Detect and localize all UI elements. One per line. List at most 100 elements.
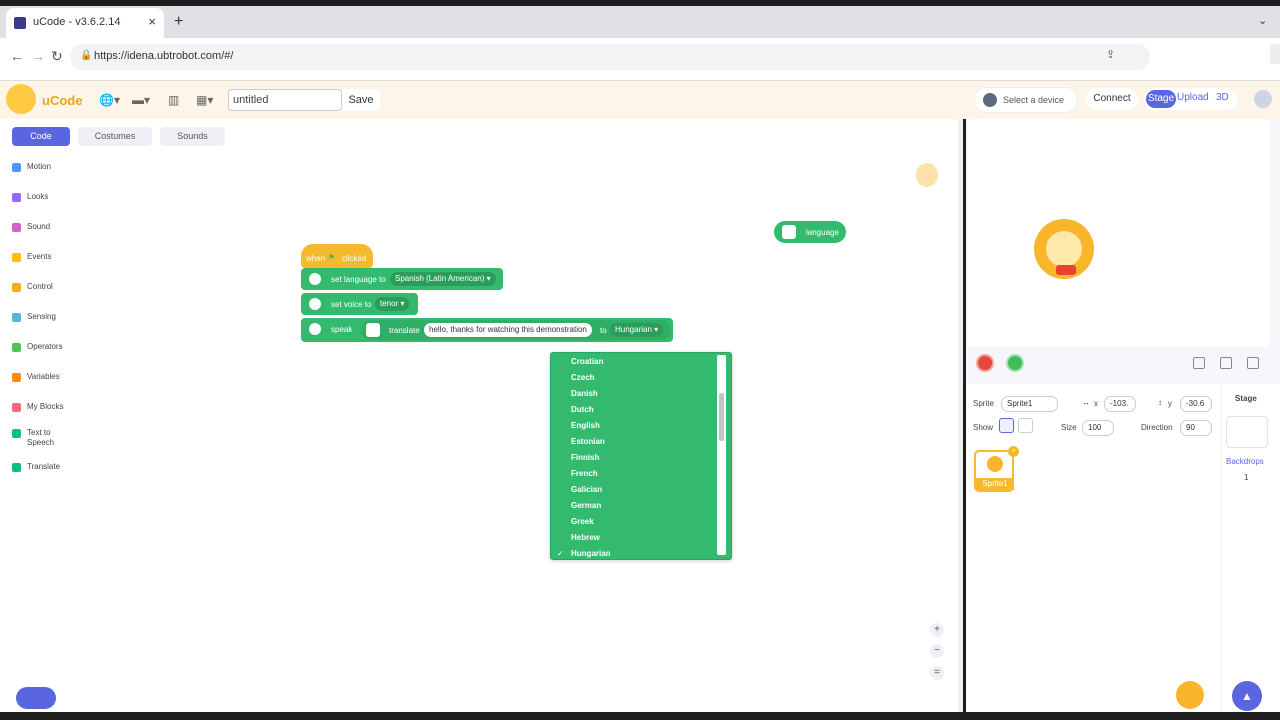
dropdown-scroll-thumb[interactable]	[719, 393, 724, 441]
control-icon	[12, 283, 21, 292]
language-reporter-block[interactable]: language	[774, 221, 846, 243]
forward-icon[interactable]: →	[31, 48, 45, 64]
translate-reporter[interactable]: translate hello, thanks for watching thi…	[361, 320, 671, 340]
size-input[interactable]: 100	[1082, 420, 1114, 436]
delete-sprite-icon[interactable]: ×	[1008, 446, 1019, 457]
device-selector[interactable]: Select a device	[974, 87, 1078, 113]
dropdown-option[interactable]: Estonian	[571, 437, 605, 446]
translate-icon	[366, 323, 380, 337]
sprite-name-input[interactable]: Sprite1	[1001, 396, 1058, 412]
dropdown-scrollbar[interactable]	[717, 355, 726, 555]
when-flag-clicked-block[interactable]: when ⚑ clicked	[301, 244, 373, 268]
url-text: https://idena.ubtrobot.com/#/	[94, 50, 234, 62]
project-name-input[interactable]	[228, 89, 342, 111]
url-field[interactable]: 🔒 https://idena.ubtrobot.com/#/	[70, 44, 1150, 70]
sprite-lion-icon	[916, 163, 938, 187]
grid-icon[interactable]	[1193, 357, 1205, 369]
tab-sounds[interactable]: Sounds	[160, 127, 225, 146]
direction-input[interactable]: 90	[1180, 420, 1212, 436]
reload-icon[interactable]: ↻	[51, 48, 63, 65]
translate-text-input[interactable]: hello, thanks for watching this demonstr…	[424, 323, 592, 337]
speak-block[interactable]: speak translate hello, thanks for watchi…	[301, 318, 673, 342]
dropdown-option[interactable]: French	[571, 469, 598, 478]
my-blocks-icon	[12, 403, 21, 412]
upload-mode-button[interactable]: Upload	[1177, 92, 1209, 103]
share-icon[interactable]: ⇪	[1106, 48, 1115, 61]
robot-icon	[983, 93, 997, 107]
dropdown-option[interactable]: English	[571, 421, 600, 430]
code-editor-panel: Code Costumes Sounds Motion Looks Sound …	[0, 119, 962, 713]
dropdown-option[interactable]: Hebrew	[571, 533, 600, 542]
new-tab-button[interactable]: +	[174, 13, 183, 31]
translate-icon	[782, 225, 796, 239]
x-input[interactable]: -103.	[1104, 396, 1136, 412]
browser-tab[interactable]: uCode - v3.6.2.14 ×	[6, 8, 164, 38]
tab-menu-icon[interactable]: ⌄	[1258, 14, 1267, 27]
zoom-out-button[interactable]: −	[930, 644, 944, 658]
user-avatar[interactable]	[1254, 90, 1272, 108]
tutorial-book-icon[interactable]: ▥	[168, 93, 179, 107]
events-icon	[12, 253, 21, 262]
green-flag-icon[interactable]	[1006, 354, 1024, 372]
profile-icon[interactable]	[1270, 44, 1280, 64]
dropdown-option[interactable]: Danish	[571, 389, 598, 398]
app-name: uCode	[42, 93, 83, 108]
speaker-icon	[309, 273, 321, 285]
fullscreen-icon[interactable]	[1247, 357, 1259, 369]
zoom-reset-button[interactable]: =	[930, 666, 944, 680]
dropdown-option[interactable]: German	[571, 501, 601, 510]
bottom-edge	[0, 712, 1280, 720]
tab-code[interactable]: Code	[12, 127, 70, 146]
choose-sprite-button[interactable]	[1176, 681, 1204, 709]
language-globe-icon[interactable]: 🌐▾	[99, 93, 120, 107]
dropdown-option[interactable]: Croatian	[571, 357, 603, 366]
stop-icon[interactable]	[976, 354, 994, 372]
stage-title: Stage	[1235, 394, 1257, 403]
panel-divider[interactable]	[958, 119, 963, 713]
set-voice-block[interactable]: set voice to tenor ▾	[301, 293, 418, 315]
y-arrows-icon: ↕	[1158, 398, 1162, 407]
lion-sprite-face	[1046, 231, 1082, 267]
small-stage-icon[interactable]	[1220, 357, 1232, 369]
save-button[interactable]: Save	[342, 89, 380, 111]
dropdown-option[interactable]: Finnish	[571, 453, 599, 462]
dropdown-option[interactable]: Czech	[571, 373, 595, 382]
sensing-icon	[12, 313, 21, 322]
connect-button[interactable]: Connect	[1086, 88, 1138, 110]
sprite-info-panel: Sprite Sprite1 ↔ x -103. ↕ y -30.6 Show …	[966, 384, 1220, 713]
add-extension-button[interactable]	[16, 687, 56, 709]
dropdown-option[interactable]: Greek	[571, 517, 594, 526]
set-language-block[interactable]: set language to Spanish (Latin American)…	[301, 268, 503, 290]
sound-icon	[12, 223, 21, 232]
device-label: Select a device	[1003, 95, 1065, 105]
check-icon: ✓	[557, 549, 564, 558]
language-dropdown[interactable]: Spanish (Latin American) ▾	[390, 272, 496, 286]
target-language-dropdown[interactable]: Hungarian ▾	[610, 323, 664, 337]
language-dropdown-menu: Croatian Czech Danish Dutch English Esto…	[550, 352, 732, 560]
x-arrows-icon: ↔	[1082, 398, 1090, 407]
voice-dropdown[interactable]: tenor ▾	[375, 297, 410, 311]
backdrop-thumbnail[interactable]	[1226, 416, 1268, 448]
address-bar: ← → ↻ 🔒 https://idena.ubtrobot.com/#/	[0, 38, 1280, 81]
extensions-grid-icon[interactable]: ▦▾	[196, 93, 213, 107]
tab-costumes[interactable]: Costumes	[78, 127, 152, 146]
show-visible-icon[interactable]	[999, 418, 1014, 433]
choose-backdrop-button[interactable]: ▲	[1232, 681, 1262, 711]
stage-mode-button[interactable]: Stage	[1146, 90, 1176, 108]
variables-icon	[12, 373, 21, 382]
sprite-thumbnail[interactable]: Sprite1	[974, 450, 1014, 492]
stage-canvas[interactable]	[968, 119, 1270, 347]
file-menu-icon[interactable]: ▬▾	[132, 93, 150, 107]
script-workspace[interactable]: language when ⚑ clicked set language to …	[68, 152, 962, 713]
stage-selector[interactable]: Stage Backdrops 1	[1222, 384, 1280, 713]
dropdown-option[interactable]: Dutch	[571, 405, 594, 414]
3d-mode-button[interactable]: 3D	[1216, 92, 1229, 103]
zoom-in-button[interactable]: +	[930, 623, 944, 637]
browser-tab-bar	[0, 6, 1280, 38]
dropdown-option[interactable]: Galician	[571, 485, 602, 494]
tab-close-icon[interactable]: ×	[148, 14, 156, 29]
y-input[interactable]: -30.6	[1180, 396, 1212, 412]
dropdown-option-selected[interactable]: Hungarian	[571, 549, 611, 558]
show-hidden-icon[interactable]	[1018, 418, 1033, 433]
back-icon[interactable]: ←	[10, 48, 24, 64]
